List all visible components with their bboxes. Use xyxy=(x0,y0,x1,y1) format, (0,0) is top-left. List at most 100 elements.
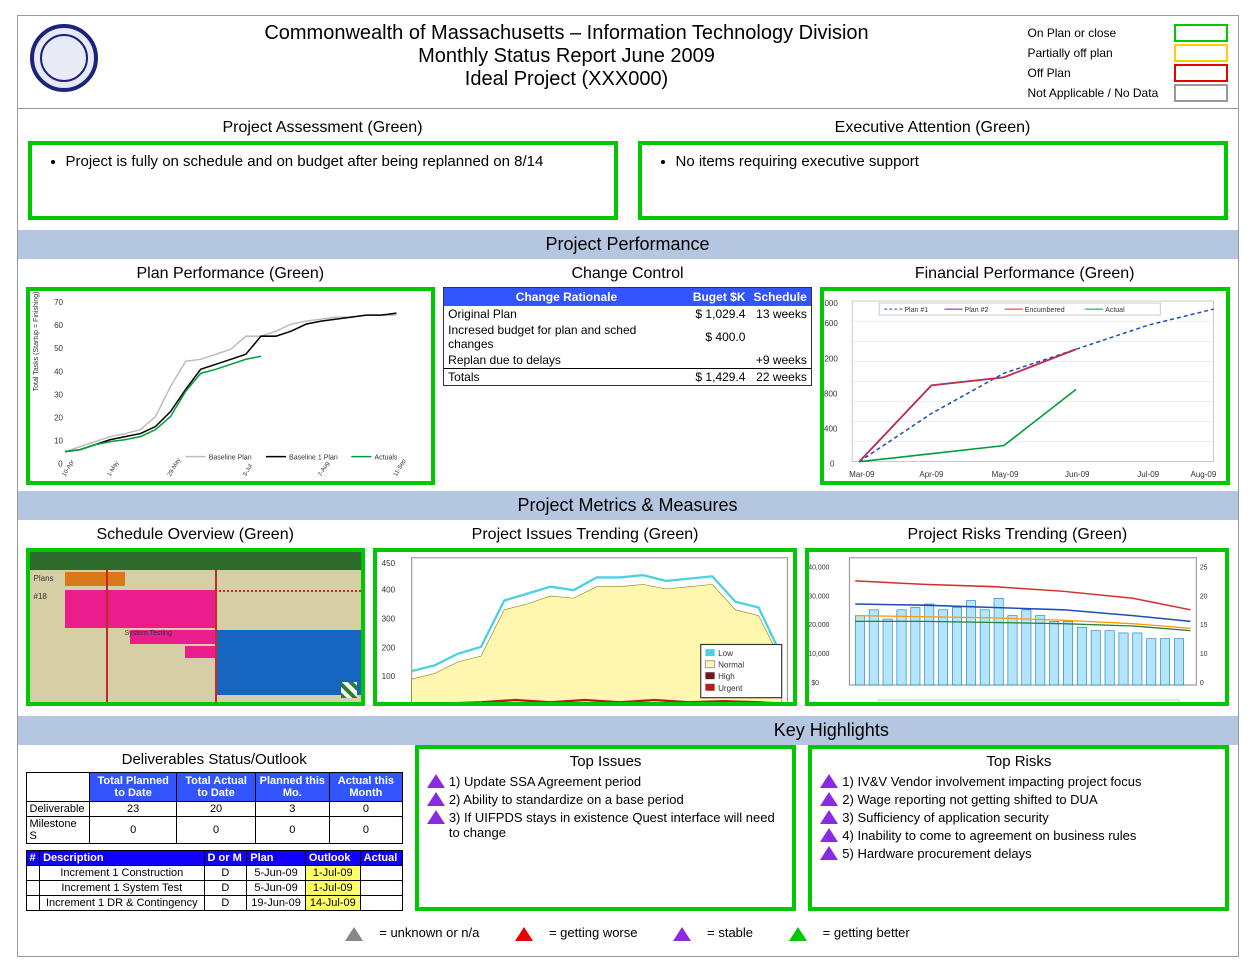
svg-text:400: 400 xyxy=(382,585,396,594)
svg-text:50: 50 xyxy=(54,344,63,353)
header-line1: Commonwealth of Massachusetts – Informat… xyxy=(110,22,1024,45)
top-issues-box: Top Issues 1) Update SSA Agreement perio… xyxy=(415,745,796,911)
assessment-heading: Project Assessment (Green) xyxy=(28,119,618,137)
dlv-heading: Deliverables Status/Outlook xyxy=(26,751,403,768)
svg-text:Plan #1: Plan #1 xyxy=(904,307,928,314)
triangle-stable-icon xyxy=(427,792,445,806)
svg-text:Encumbered: Encumbered xyxy=(1025,307,1065,314)
list-item: 1) IV&V Vendor involvement impacting pro… xyxy=(842,774,1217,789)
svg-text:100: 100 xyxy=(382,672,396,681)
state-seal-icon xyxy=(30,24,98,92)
svg-text:2000: 2000 xyxy=(824,299,838,308)
svg-text:3-Jul: 3-Jul xyxy=(242,463,254,477)
sched-heading: Schedule Overview (Green) xyxy=(26,526,365,544)
title-block: Commonwealth of Massachusetts – Informat… xyxy=(110,16,1024,101)
svg-text:0: 0 xyxy=(830,460,835,469)
svg-text:$0: $0 xyxy=(812,680,820,687)
svg-text:20: 20 xyxy=(1200,593,1208,600)
table-row: Increment 1 DR & Contingency D 19-Jun-09… xyxy=(26,896,402,911)
svg-text:29-May: 29-May xyxy=(167,457,182,477)
exec-item: No items requiring executive support xyxy=(676,153,1210,170)
exec-box: No items requiring executive support xyxy=(638,141,1228,220)
legend-off: Off Plan xyxy=(1028,66,1168,80)
cc-th-rationale: Change Rationale xyxy=(444,288,689,306)
svg-text:0: 0 xyxy=(1200,680,1204,687)
assessment-item: Project is fully on schedule and on budg… xyxy=(66,153,600,170)
svg-text:300: 300 xyxy=(382,614,396,623)
exec-heading: Executive Attention (Green) xyxy=(638,119,1228,137)
triangle-stable-icon xyxy=(820,828,838,842)
svg-text:70: 70 xyxy=(54,298,63,307)
svg-text:1200: 1200 xyxy=(824,354,838,363)
band-metrics: Project Metrics & Measures xyxy=(18,491,1238,520)
issues-trending-chart: 0100200 300400450 Low Normal High Urgent xyxy=(373,548,797,706)
triangle-stable-icon xyxy=(820,810,838,824)
report-header: Commonwealth of Massachusetts – Informat… xyxy=(18,16,1238,109)
list-item: 3) Sufficiency of application security xyxy=(842,810,1217,825)
triangle-unknown-icon xyxy=(345,927,363,941)
svg-text:10-Apr: 10-Apr xyxy=(61,459,75,478)
svg-text:20: 20 xyxy=(54,414,63,423)
svg-text:450: 450 xyxy=(382,559,396,568)
triangle-worse-icon xyxy=(515,927,533,941)
svg-text:10: 10 xyxy=(1200,651,1208,658)
risks-trending-chart: $0$10,000$20,000 $30,000$40,000 01015 20… xyxy=(805,548,1229,706)
svg-text:400: 400 xyxy=(824,425,838,434)
triangle-stable-icon xyxy=(427,774,445,788)
svg-text:Worst Case: Worst Case xyxy=(985,705,1021,706)
table-row: Increment 1 Construction D 5-Jun-09 1-Ju… xyxy=(26,866,402,881)
triangle-stable-icon xyxy=(820,792,838,806)
top-issues-heading: Top Issues xyxy=(427,753,784,770)
svg-text:Aug-09: Aug-09 xyxy=(1190,470,1216,479)
svg-text:Jul-09: Jul-09 xyxy=(1137,470,1159,479)
plan-performance-chart: 01020 304050 6070 Total Tasks (Startup =… xyxy=(26,287,436,485)
triangle-stable-icon xyxy=(820,846,838,860)
plan-perf-heading: Plan Performance (Green) xyxy=(26,265,436,283)
list-item: 5) Hardware procurement delays xyxy=(842,846,1217,861)
svg-text:May-09: May-09 xyxy=(992,470,1019,479)
triangle-stable-icon xyxy=(427,810,445,824)
table-row: Milestone S 00 00 xyxy=(26,817,402,844)
svg-text:$40,000: $40,000 xyxy=(809,564,830,571)
top-risks-box: Top Risks 1) IV&V Vendor involvement imp… xyxy=(808,745,1229,911)
deliverables-block: Deliverables Status/Outlook Total Planne… xyxy=(26,745,403,911)
svg-text:High: High xyxy=(718,672,735,681)
svg-text:Low: Low xyxy=(718,649,733,658)
legend-on-plan: On Plan or close xyxy=(1028,26,1168,40)
svg-text:$10,000: $10,000 xyxy=(809,651,830,658)
svg-text:25: 25 xyxy=(1200,564,1208,571)
svg-text:10: 10 xyxy=(54,437,63,446)
cc-th-budget: Buget $K xyxy=(689,288,750,306)
svg-text:200: 200 xyxy=(382,643,396,652)
list-item: 3) If UIFPDS stays in existence Quest in… xyxy=(449,810,784,840)
status-report-page: Commonwealth of Massachusetts – Informat… xyxy=(17,15,1239,957)
svg-text:60: 60 xyxy=(54,321,63,330)
table-row: Increment 1 System Test D 5-Jun-09 1-Jul… xyxy=(26,881,402,896)
change-ctrl-heading: Change Control xyxy=(443,265,812,283)
svg-text:15: 15 xyxy=(1200,622,1208,629)
change-control-table: Change Rationale Buget $K Schedule Origi… xyxy=(443,287,812,386)
triangle-better-icon xyxy=(789,927,807,941)
svg-text:1600: 1600 xyxy=(824,319,838,328)
legend-na: Not Applicable / No Data xyxy=(1028,86,1168,100)
svg-text:Actuals: Actuals xyxy=(374,455,397,462)
assessment-box: Project is fully on schedule and on budg… xyxy=(28,141,618,220)
header-line3: Ideal Project (XXX000) xyxy=(110,68,1024,91)
svg-text:Baseline Plan: Baseline Plan xyxy=(208,455,251,462)
svg-text:Total Tasks (Startup = Finishi: Total Tasks (Startup = Finishing) xyxy=(33,292,40,392)
svg-text:Baseline 1 Plan: Baseline 1 Plan xyxy=(289,455,338,462)
financial-performance-chart: 0400800 120016002000 xyxy=(820,287,1230,485)
svg-text:Likely Case: Likely Case xyxy=(1072,705,1108,706)
svg-text:$30,000: $30,000 xyxy=(809,593,830,600)
svg-text:Normal: Normal xyxy=(718,661,744,670)
svg-text:Urgent: Urgent xyxy=(718,684,743,693)
list-item: 2) Wage reporting not getting shifted to… xyxy=(842,792,1217,807)
list-item: 2) Ability to standardize on a base peri… xyxy=(449,792,784,807)
svg-text:0: 0 xyxy=(58,460,63,469)
svg-text:Risk Index: Risk Index xyxy=(901,705,934,706)
band-perf: Project Performance xyxy=(18,230,1238,259)
svg-text:Apr-09: Apr-09 xyxy=(919,470,944,479)
schedule-overview-chart: Plans #18 System Testing xyxy=(26,548,365,706)
triangle-stable-icon xyxy=(673,927,691,941)
svg-text:7-Aug: 7-Aug xyxy=(317,461,330,478)
